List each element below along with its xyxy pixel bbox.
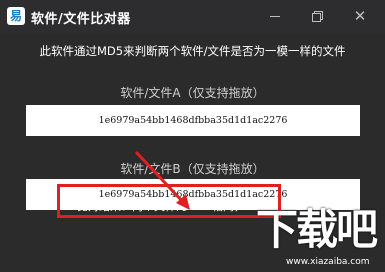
window-title: 软件/文件比对器 bbox=[31, 12, 131, 27]
close-button[interactable]: ✕ bbox=[348, 5, 372, 27]
file-a-drop-field[interactable]: 1e6979a54bb1468dfbba35d1d1ac2276 bbox=[26, 105, 360, 136]
file-a-label: 软件/文件A（仅支持拖放） bbox=[120, 86, 265, 100]
watermark-logo: 下载吧 bbox=[256, 205, 378, 254]
restore-button[interactable] bbox=[305, 5, 329, 27]
minimize-button[interactable] bbox=[263, 5, 287, 27]
minimize-icon bbox=[270, 16, 280, 17]
title-bar[interactable]: 易 软件/文件比对器 ✕ bbox=[0, 0, 385, 33]
result-text: 比对结果：两个文件的MD5相同， bbox=[77, 200, 245, 213]
restore-icon-back bbox=[312, 13, 321, 22]
file-b-label: 软件/文件B（仅支持拖放） bbox=[120, 162, 265, 176]
watermark-url: www.xiazaiba.com bbox=[286, 257, 370, 267]
description-text: 此软件通过MD5来判断两个软件/文件是否为一模一样的文件 bbox=[39, 44, 346, 58]
app-logo-icon: 易 bbox=[7, 7, 25, 25]
